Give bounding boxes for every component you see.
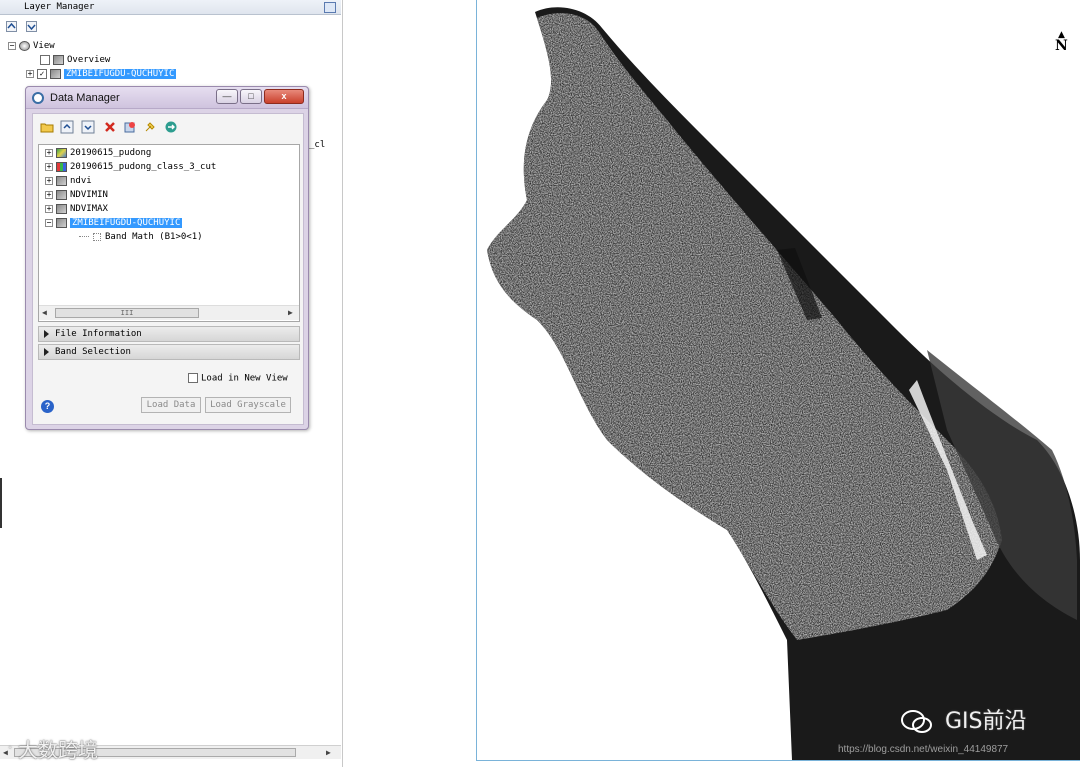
scroll-right-icon[interactable]: ▶ [288, 308, 293, 317]
tree-root-label: View [33, 41, 55, 51]
file-information-section[interactable]: File Information [38, 326, 300, 342]
band-item-label: Band Math (B1>0<1) [105, 232, 203, 242]
dialog-titlebar[interactable]: Data Manager — □ x [26, 87, 308, 109]
expand-icon[interactable]: + [45, 148, 53, 157]
expand-all-button[interactable] [26, 21, 37, 32]
expand-all-icon[interactable] [81, 120, 95, 134]
raster-color-icon [56, 147, 67, 158]
land-area [487, 13, 1002, 640]
load-grayscale-button[interactable]: Load Grayscale [205, 397, 291, 413]
watermark-url: https://blog.csdn.net/weixin_44149877 [838, 744, 1009, 755]
file-item-label: 20190615_pudong [70, 148, 152, 158]
watermark-right: GIS前沿 [900, 703, 1027, 735]
help-icon[interactable]: ? [41, 400, 54, 413]
open-folder-icon[interactable] [40, 120, 54, 134]
maximize-button[interactable]: □ [240, 89, 262, 104]
file-tree-horizontal-scrollbar[interactable]: ◀ III ▶ [39, 305, 299, 320]
overview-layer-icon [53, 54, 64, 65]
collapse-icon[interactable]: − [45, 218, 53, 227]
tree-connector [79, 236, 89, 237]
refresh-icon[interactable] [123, 120, 137, 134]
load-data-button[interactable]: Load Data [141, 397, 201, 413]
band-selection-section[interactable]: Band Selection [38, 344, 300, 360]
section-label: File Information [55, 329, 142, 339]
band-icon [93, 232, 101, 241]
raster-gray-icon [56, 203, 67, 214]
minimize-button[interactable]: — [216, 89, 238, 104]
pin-icon[interactable] [143, 120, 157, 134]
load-in-new-view-label: Load in New View [201, 373, 288, 384]
layer-item-label: Overview [67, 55, 111, 65]
scroll-left-icon[interactable]: ◀ [42, 308, 47, 317]
load-in-new-view-option[interactable]: Load in New View [188, 373, 288, 384]
file-tree[interactable]: +20190615_pudong +20190615_pudong_class_… [38, 144, 300, 322]
expand-triangle-icon [44, 330, 49, 338]
layer-item-band-math[interactable]: + ✓ ZMIBEIFUGDU-QUCHUYIC [26, 68, 177, 81]
watermark-left-text: 大数跨境 [17, 738, 98, 762]
pin-icon[interactable] [324, 2, 336, 13]
layer-manager-title: Layer Manager [0, 0, 341, 15]
expand-triangle-icon [44, 348, 49, 356]
file-item-selected[interactable]: − ZMIBEIFUGDU-QUCHUYIC [45, 217, 183, 230]
section-label: Band Selection [55, 347, 131, 357]
file-item[interactable]: + NDVIMIN [45, 189, 108, 202]
north-arrow: ▲ N [1055, 31, 1068, 55]
chevron-up-icon [7, 22, 16, 29]
file-item[interactable]: +20190615_pudong_class_3_cut [45, 161, 216, 174]
raster-gray-icon [56, 189, 67, 200]
collapse-icon[interactable]: − [8, 41, 16, 50]
overview-checkbox[interactable] [40, 54, 50, 65]
collapse-all-button[interactable] [6, 21, 17, 32]
edge-mark [0, 478, 2, 528]
file-item-label: ndvi [70, 176, 92, 186]
raster-layer-icon [50, 68, 61, 79]
expand-icon[interactable]: + [45, 176, 53, 185]
load-in-new-view-checkbox[interactable] [188, 373, 198, 383]
file-item[interactable]: +20190615_pudong [45, 147, 151, 160]
view-icon [19, 40, 30, 51]
truncated-layer-label: _cl [309, 140, 326, 150]
close-button[interactable]: x [264, 89, 304, 104]
north-label: N [1055, 38, 1068, 54]
map-view[interactable]: ▲ N [476, 0, 1080, 761]
dialog-title: Data Manager [50, 92, 120, 104]
watermark-left: ᐝ 大数跨境 [8, 734, 98, 763]
dialog-body: +20190615_pudong +20190615_pudong_class_… [32, 113, 304, 425]
data-manager-icon [32, 92, 44, 104]
file-item-label: NDVIMIN [70, 190, 108, 200]
band-item[interactable]: Band Math (B1>0<1) [79, 231, 203, 244]
expand-icon[interactable]: + [45, 204, 53, 213]
watermark-logo-icon: ᐝ [8, 745, 12, 761]
file-item[interactable]: + NDVIMAX [45, 203, 108, 216]
layer-checkbox[interactable]: ✓ [37, 68, 47, 79]
raster-image [487, 7, 1080, 760]
expand-icon[interactable]: + [26, 69, 34, 78]
collapse-all-icon[interactable] [60, 120, 74, 134]
raster-gray-icon [56, 175, 67, 186]
chevron-down-icon [27, 24, 36, 31]
layer-item-overview[interactable]: Overview [40, 54, 110, 67]
raster-gray-icon [56, 217, 67, 228]
layer-item-label: ZMIBEIFUGDU-QUCHUYIC [64, 69, 177, 79]
classification-icon [56, 161, 67, 172]
file-item-label: ZMIBEIFUGDU-QUCHUYIC [70, 218, 183, 228]
tree-root-view[interactable]: − View [8, 40, 55, 53]
expand-icon[interactable]: + [45, 190, 53, 199]
file-item[interactable]: + ndvi [45, 175, 92, 188]
wechat-icon [901, 710, 932, 733]
export-icon[interactable] [164, 120, 178, 134]
file-item-label: 20190615_pudong_class_3_cut [70, 162, 217, 172]
close-file-icon[interactable] [103, 120, 117, 134]
scroll-right-icon[interactable]: ▶ [326, 748, 331, 757]
scroll-thumb[interactable]: III [55, 308, 199, 318]
expand-icon[interactable]: + [45, 162, 53, 171]
data-manager-dialog: Data Manager — □ x +20190615_pudong +201… [25, 86, 309, 430]
watermark-right-text: GIS前沿 [945, 709, 1027, 734]
file-item-label: NDVIMAX [70, 204, 108, 214]
